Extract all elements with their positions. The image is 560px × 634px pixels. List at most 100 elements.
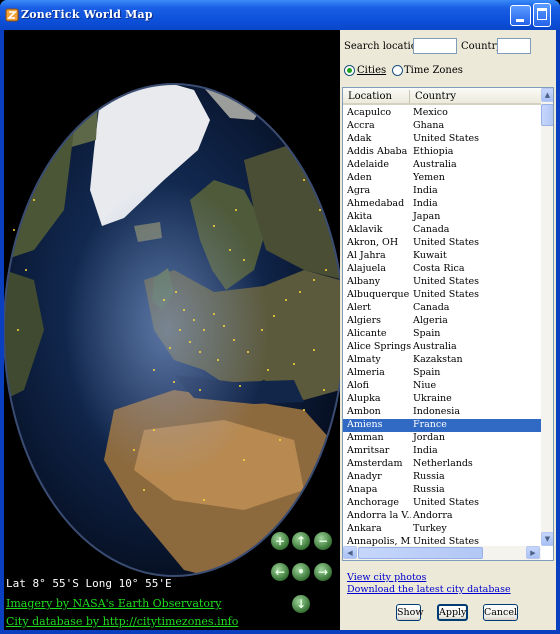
pan-left-button[interactable]: ← xyxy=(271,563,289,581)
location-column-header[interactable]: Location xyxy=(348,91,392,102)
list-row[interactable]: Aden Yemen xyxy=(343,172,541,185)
pan-up-button[interactable]: ↑ xyxy=(292,532,310,550)
city-list[interactable]: Location Country Acapulco Mexico Accra Ghan… xyxy=(342,87,554,561)
row-location: Ambon xyxy=(347,406,381,417)
row-country: Ethiopia xyxy=(413,146,454,157)
list-row[interactable]: Amsterdam Netherlands xyxy=(343,458,541,471)
list-row[interactable]: Almeria Spain xyxy=(343,367,541,380)
scroll-up-button[interactable]: ▲ xyxy=(541,88,553,102)
cities-radio-label[interactable]: Cities xyxy=(357,65,386,76)
list-row[interactable]: Alofi Niue xyxy=(343,380,541,393)
list-row[interactable]: Adak United States xyxy=(343,133,541,146)
row-country: Japan xyxy=(413,211,441,222)
country-input[interactable] xyxy=(497,38,531,54)
city-database-credit-link[interactable]: City database by http://citytimezones.in… xyxy=(6,615,238,628)
list-row[interactable]: Alajuela Costa Rica xyxy=(343,263,541,276)
row-country: Kuwait xyxy=(413,250,447,261)
list-row[interactable]: Amman Jordan xyxy=(343,432,541,445)
row-location: Akita xyxy=(347,211,373,222)
app-window: ZoneTick World Map + ↑ − ← • → ↓ Lat 8° … xyxy=(0,0,560,634)
column-divider[interactable] xyxy=(409,90,410,103)
list-header: Location Country xyxy=(343,88,541,105)
cities-radio[interactable] xyxy=(344,65,355,76)
vertical-scrollbar[interactable]: ▲ ▼ xyxy=(541,88,553,546)
row-country: Ukraine xyxy=(413,393,452,404)
download-database-link[interactable]: Download the latest city database xyxy=(347,584,511,595)
row-location: Alofi xyxy=(347,380,369,391)
row-location: Accra xyxy=(347,120,375,131)
imagery-credit-link[interactable]: Imagery by NASA's Earth Observatory xyxy=(6,597,221,610)
time-zones-radio[interactable] xyxy=(392,65,403,76)
scroll-down-button[interactable]: ▼ xyxy=(541,532,553,546)
list-row[interactable]: Accra Ghana xyxy=(343,120,541,133)
list-row[interactable]: Al Jahra Kuwait xyxy=(343,250,541,263)
list-row[interactable]: Albuquerque United States xyxy=(343,289,541,302)
zoom-in-button[interactable]: + xyxy=(271,532,289,550)
list-row[interactable]: Almaty Kazakstan xyxy=(343,354,541,367)
row-country: Russia xyxy=(413,471,445,482)
list-row[interactable]: Anchorage United States xyxy=(343,497,541,510)
vertical-scroll-thumb[interactable] xyxy=(541,104,553,126)
row-location: Ankara xyxy=(347,523,382,534)
list-row[interactable]: Andorra la V... Andorra xyxy=(343,510,541,523)
row-country: United States xyxy=(413,276,480,287)
list-row[interactable]: Amiens France xyxy=(343,419,541,432)
list-row[interactable]: Addis Ababa Ethiopia xyxy=(343,146,541,159)
horizontal-scrollbar[interactable]: ◀ ▶ xyxy=(343,546,541,560)
list-row[interactable]: Akron, OH United States xyxy=(343,237,541,250)
list-row[interactable]: Alupka Ukraine xyxy=(343,393,541,406)
list-row[interactable]: Akita Japan xyxy=(343,211,541,224)
scroll-left-button[interactable]: ◀ xyxy=(343,546,357,559)
row-country: Jordan xyxy=(413,432,445,443)
row-location: Aklavik xyxy=(347,224,383,235)
app-clock-icon xyxy=(5,8,19,22)
maximize-button[interactable] xyxy=(533,3,551,27)
list-row[interactable]: Algiers Algeria xyxy=(343,315,541,328)
row-location: Addis Ababa xyxy=(347,146,408,157)
list-row[interactable]: Anadyr Russia xyxy=(343,471,541,484)
list-row[interactable]: Albany United States xyxy=(343,276,541,289)
view-city-photos-link[interactable]: View city photos xyxy=(347,572,426,583)
scroll-right-button[interactable]: ▶ xyxy=(526,546,540,559)
list-row[interactable]: Aklavik Canada xyxy=(343,224,541,237)
list-row[interactable]: Adelaide Australia xyxy=(343,159,541,172)
row-location: Algiers xyxy=(347,315,382,326)
row-location: Almeria xyxy=(347,367,385,378)
apply-button[interactable]: Apply xyxy=(437,604,468,621)
row-country: Costa Rica xyxy=(413,263,465,274)
minimize-button[interactable] xyxy=(510,5,531,26)
row-country: Kazakstan xyxy=(413,354,463,365)
cancel-button[interactable]: Cancel xyxy=(483,604,518,621)
list-row[interactable]: Ankara Turkey xyxy=(343,523,541,536)
list-row[interactable]: Agra India xyxy=(343,185,541,198)
search-location-input[interactable] xyxy=(413,38,457,54)
window-title: ZoneTick World Map xyxy=(21,8,153,21)
show-button[interactable]: Show xyxy=(396,604,423,621)
maximize-icon xyxy=(537,8,547,20)
row-country: Spain xyxy=(413,367,441,378)
row-country: India xyxy=(413,185,438,196)
list-row[interactable]: Amritsar India xyxy=(343,445,541,458)
row-location: Anadyr xyxy=(347,471,382,482)
horizontal-scroll-thumb[interactable] xyxy=(358,547,483,559)
list-row[interactable]: Alicante Spain xyxy=(343,328,541,341)
time-zones-radio-label[interactable]: Time Zones xyxy=(404,65,463,76)
row-country: Netherlands xyxy=(413,458,473,469)
list-row[interactable]: Alert Canada xyxy=(343,302,541,315)
row-country: Australia xyxy=(413,159,457,170)
list-row[interactable]: Ambon Indonesia xyxy=(343,406,541,419)
list-row[interactable]: Ahmedabad India xyxy=(343,198,541,211)
globe-map-view[interactable]: + ↑ − ← • → ↓ Lat 8° 55'S Long 10° 55'E … xyxy=(4,30,340,630)
pan-right-button[interactable]: → xyxy=(314,563,332,581)
list-row[interactable]: Anapa Russia xyxy=(343,484,541,497)
center-button[interactable]: • xyxy=(292,563,310,581)
row-location: Andorra la V... xyxy=(347,510,411,521)
list-row[interactable]: Alice Springs Australia xyxy=(343,341,541,354)
zoom-out-button[interactable]: − xyxy=(314,532,332,550)
country-column-header[interactable]: Country xyxy=(415,91,456,102)
pan-down-button[interactable]: ↓ xyxy=(292,595,310,613)
globe-image xyxy=(4,30,340,630)
title-bar[interactable]: ZoneTick World Map xyxy=(0,0,560,30)
list-row[interactable]: Acapulco Mexico xyxy=(343,107,541,120)
row-location: Alajuela xyxy=(347,263,386,274)
